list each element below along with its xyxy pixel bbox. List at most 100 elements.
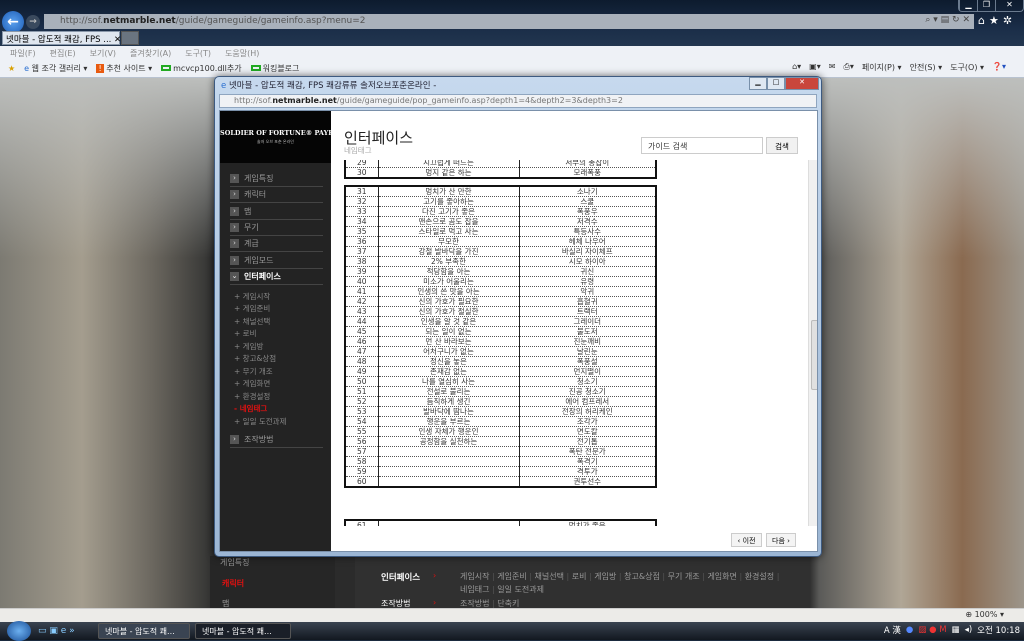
- quick-launch-icons[interactable]: ▭ ▣ e »: [38, 626, 75, 636]
- menu-edit[interactable]: 편집(E): [50, 48, 76, 59]
- bg-link[interactable]: 네임태그: [460, 585, 489, 594]
- guide-search-input[interactable]: 가이드 검색: [641, 137, 763, 154]
- fav-web-slice[interactable]: e 웹 조각 갤러리 ▾: [24, 63, 87, 74]
- menu-view[interactable]: 보기(V): [90, 48, 116, 59]
- taskbar-window-2[interactable]: 넷마블 - 압도적 쾌...: [195, 623, 291, 639]
- title-noun: 전기톱: [519, 436, 656, 447]
- vertical-scrollbar[interactable]: [808, 160, 817, 526]
- restore-icon[interactable]: ❐: [977, 0, 995, 11]
- maximize-icon[interactable]: □: [767, 77, 785, 90]
- address-bar[interactable]: http://sof.netmarble.net/guide/gameguide…: [44, 14, 974, 29]
- minimize-icon[interactable]: ▁: [959, 0, 977, 11]
- new-tab-button[interactable]: [121, 31, 139, 45]
- sidebar-subitem[interactable]: + 게임화면: [234, 378, 270, 389]
- forward-button[interactable]: →: [26, 15, 40, 29]
- bg-link[interactable]: 무기 개조: [668, 572, 700, 581]
- title-noun: 폭풍설: [519, 356, 656, 367]
- zoom-level[interactable]: ⊕ 100% ▾: [965, 610, 1004, 619]
- start-button[interactable]: [7, 621, 31, 641]
- help-icon[interactable]: ●: [906, 625, 913, 635]
- url-prefix: http://sof.: [60, 16, 104, 26]
- sidebar-item[interactable]: › 캐릭터: [230, 189, 323, 204]
- fav-link-2[interactable]: 워킹블로그: [250, 63, 299, 74]
- page-menu[interactable]: 페이지(P) ▾: [862, 62, 902, 73]
- bg-next-row-arrow: ›: [433, 598, 437, 607]
- bg-link[interactable]: 일일 도전과제: [497, 585, 544, 594]
- sidebar-item-active[interactable]: ⌄ 인터페이스: [230, 271, 323, 285]
- menu-favorites[interactable]: 즐겨찾기(A): [130, 48, 171, 59]
- bg-link[interactable]: 게임화면: [707, 572, 736, 581]
- prev-button[interactable]: ‹ 이전: [731, 533, 762, 547]
- sidebar-subitem[interactable]: + 환경설정: [234, 391, 270, 402]
- title-noun: 폭격기: [519, 456, 656, 467]
- bg-link[interactable]: 단축키: [497, 599, 519, 608]
- close-icon[interactable]: ✕: [785, 77, 819, 90]
- safety-menu[interactable]: 안전(S) ▾: [910, 62, 943, 73]
- sidebar-subitem[interactable]: + 로비: [234, 328, 256, 339]
- sidebar-item[interactable]: › 맵: [230, 206, 323, 220]
- sidebar-subitem[interactable]: + 일일 도전과제: [234, 416, 286, 427]
- scroll-thumb[interactable]: [811, 320, 817, 390]
- title-noun: 권투선수: [519, 476, 656, 488]
- fav-link-1[interactable]: mcvcp100.dll추가: [161, 63, 242, 74]
- title-noun: 격투가: [519, 466, 656, 477]
- bg-item-active[interactable]: 캐릭터: [222, 578, 244, 589]
- bg-item[interactable]: 게임특징: [220, 557, 249, 568]
- taskbar-window-1[interactable]: 넷마블 - 압도적 쾌...: [98, 623, 190, 639]
- menu-help[interactable]: 도움말(H): [225, 48, 259, 59]
- bg-link[interactable]: 조작방법: [460, 599, 489, 608]
- bg-link[interactable]: 게임방: [594, 572, 616, 581]
- ime-indicator[interactable]: A 漢: [884, 624, 901, 636]
- network-icon[interactable]: ▦: [952, 625, 960, 635]
- minimize-icon[interactable]: ▁: [749, 77, 767, 90]
- mail-icon[interactable]: ✉: [829, 62, 836, 73]
- back-button[interactable]: ←: [2, 11, 24, 33]
- sidebar-subitem[interactable]: - 네임태그: [234, 403, 267, 414]
- table-row: 39 적당함을 아는 귀신: [345, 266, 656, 277]
- chevron-right-icon: ›: [230, 174, 239, 183]
- home-favorites-tools-icons[interactable]: ⌂★✲: [978, 14, 1016, 27]
- help-icon[interactable]: ❓▾: [992, 62, 1006, 73]
- feeds-icon[interactable]: ▣▾: [809, 62, 821, 73]
- title-noun: 바실리 자이체프: [519, 246, 656, 257]
- table-row: 37 강철 발바닥을 가진 바실리 자이체프: [345, 246, 656, 257]
- sidebar-subitem[interactable]: + 게임준비: [234, 303, 270, 314]
- bg-link[interactable]: 게임시작: [460, 572, 489, 581]
- sidebar-subitem[interactable]: + 게임시작: [234, 291, 270, 302]
- next-button[interactable]: 다음 ›: [766, 533, 796, 547]
- sidebar-item[interactable]: › 계급: [230, 238, 323, 253]
- bg-link[interactable]: 창고&상점: [624, 572, 660, 581]
- bg-row-links: 게임시작 | 게임준비 | 채널선택 | 로비 | 게임방 | 창고&상점 | …: [460, 572, 780, 594]
- sidebar-subitem[interactable]: + 창고&상점: [234, 353, 276, 364]
- bg-link[interactable]: 채널선택: [535, 572, 564, 581]
- sidebar-item[interactable]: › 무기: [230, 222, 323, 236]
- sidebar-subitem[interactable]: + 게임방: [234, 341, 263, 352]
- tools-menu[interactable]: 도구(O) ▾: [950, 62, 984, 73]
- tray-app-icons[interactable]: ▨ ● M: [918, 625, 946, 635]
- table-row: 57 폭탄 전문가: [345, 446, 656, 457]
- browser-tab[interactable]: 넷마블 - 압도적 쾌감, FPS ... ✕: [2, 31, 121, 45]
- bg-link[interactable]: 게임준비: [497, 572, 526, 581]
- link-icon: [161, 65, 172, 71]
- fav-suggested[interactable]: ! 추천 사이트 ▾: [96, 63, 152, 74]
- sidebar-subitem[interactable]: + 무기 개조: [234, 366, 273, 377]
- menu-file[interactable]: 파일(F): [10, 48, 36, 59]
- clock[interactable]: 오전 10:18: [977, 624, 1020, 636]
- close-icon[interactable]: ✕: [995, 0, 1023, 11]
- volume-icon[interactable]: ◂): [965, 625, 973, 635]
- bg-link[interactable]: 로비: [572, 572, 587, 581]
- bg-link[interactable]: 환경설정: [745, 572, 774, 581]
- menu-tools[interactable]: 도구(T): [185, 48, 211, 59]
- title-noun: 소나기: [519, 186, 656, 197]
- window-controls[interactable]: ▁ ❐ ✕: [958, 0, 1024, 12]
- favorites-star-icon[interactable]: ★: [8, 64, 15, 73]
- home-icon[interactable]: ⌂▾: [792, 62, 801, 73]
- sidebar-item[interactable]: › 게임모드: [230, 255, 323, 269]
- sidebar-subitem[interactable]: + 채널선택: [234, 316, 270, 327]
- search-button[interactable]: 검색: [766, 137, 798, 154]
- search-refresh-stop-icons[interactable]: ⌕ ▾ ▤ ↻ ✕: [925, 15, 970, 25]
- sidebar-item[interactable]: › 조작방법: [230, 434, 323, 449]
- title-noun: 불도저: [519, 326, 656, 337]
- print-icon[interactable]: ⎙▾: [843, 62, 853, 73]
- sidebar-item[interactable]: › 게임특징: [230, 173, 323, 187]
